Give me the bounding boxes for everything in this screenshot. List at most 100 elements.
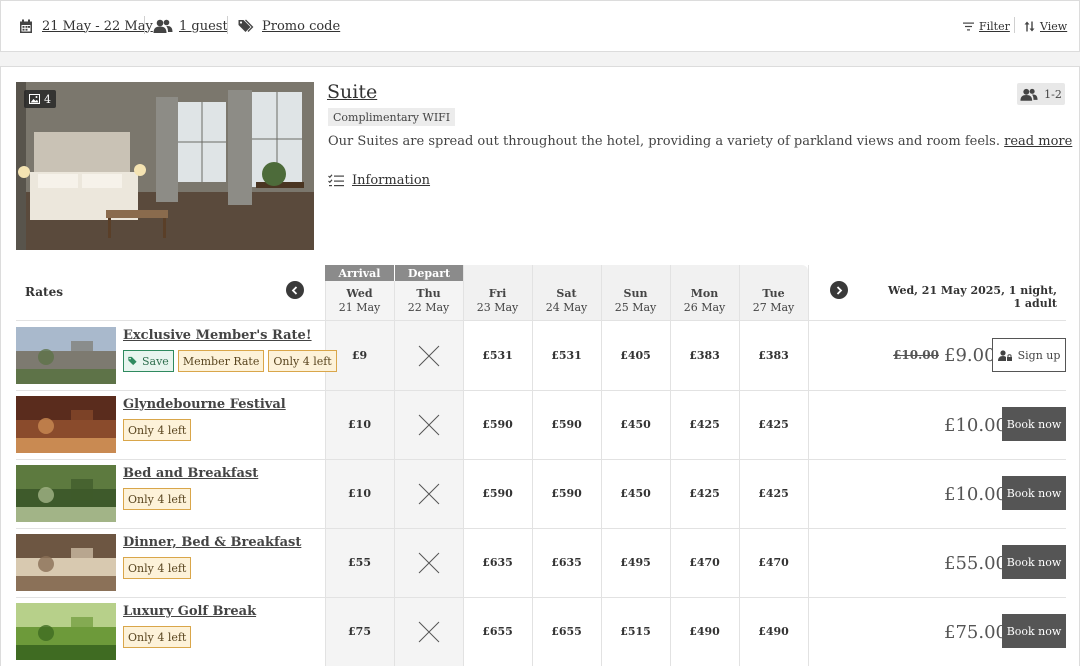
day-name: Thu xyxy=(416,287,441,300)
rate-row: Glyndebourne Festival Only 4 left £10 £590 £… xyxy=(1,390,1080,460)
checklist-icon xyxy=(328,174,344,187)
room-title[interactable]: Suite xyxy=(327,81,377,103)
rate-name-link[interactable]: Dinner, Bed & Breakfast xyxy=(123,535,301,550)
price-cell[interactable]: £655 xyxy=(463,597,532,666)
chevron-left-icon xyxy=(291,285,298,295)
dates-selector[interactable]: 21 May - 22 May xyxy=(19,16,153,36)
view-button[interactable]: View xyxy=(1024,16,1067,36)
tag-icon xyxy=(128,356,137,366)
rate-name-link[interactable]: Luxury Golf Break xyxy=(123,604,256,619)
day-date: 23 May xyxy=(476,301,519,314)
price-cell[interactable]: £531 xyxy=(532,321,601,390)
day-name: Fri xyxy=(488,287,507,300)
original-price: £10.00 xyxy=(893,348,939,362)
price-cell[interactable]: £10 xyxy=(325,459,394,528)
unavailable-cross-icon xyxy=(418,345,439,366)
guests-label[interactable]: 1 guest xyxy=(179,19,228,34)
price-cell[interactable]: £590 xyxy=(532,390,601,459)
book-now-button[interactable]: Book now xyxy=(1002,545,1066,579)
day-date: 21 May xyxy=(338,301,381,314)
rate-row: Dinner, Bed & Breakfast Only 4 left £55 £63… xyxy=(1,528,1080,598)
day-name: Wed xyxy=(346,287,373,300)
availability-tag: Only 4 left xyxy=(123,488,192,510)
price-cell[interactable]: £590 xyxy=(463,459,532,528)
divider xyxy=(227,16,228,34)
day-date: 22 May xyxy=(407,301,450,314)
photo-count-badge[interactable]: 4 xyxy=(24,90,56,108)
rate-name-link[interactable]: Bed and Breakfast xyxy=(123,466,258,481)
guests-selector[interactable]: 1 guest xyxy=(153,16,228,36)
rate-tags: Save Member Rate Only 4 left xyxy=(123,350,337,372)
price-cell[interactable]: £75 xyxy=(325,597,394,666)
filter-icon xyxy=(963,22,974,30)
promo-label[interactable]: Promo code xyxy=(262,19,340,34)
price-cell[interactable]: £531 xyxy=(463,321,532,390)
availability-tag: Only 4 left xyxy=(123,557,192,579)
price-cell[interactable]: £383 xyxy=(670,321,739,390)
price-cell[interactable]: £490 xyxy=(739,597,808,666)
price-cell[interactable]: £450 xyxy=(601,459,670,528)
view-label[interactable]: View xyxy=(1040,20,1067,33)
rates-heading: Rates xyxy=(25,285,63,299)
day-name: Mon xyxy=(690,287,719,300)
price-cell[interactable]: £590 xyxy=(532,459,601,528)
sign-up-label[interactable]: Sign up xyxy=(1018,349,1061,362)
price-cell[interactable]: £450 xyxy=(601,390,670,459)
next-dates-button[interactable] xyxy=(830,281,848,299)
price-cell[interactable]: £405 xyxy=(601,321,670,390)
day-date: 25 May xyxy=(614,301,657,314)
day-header-3: Sat 24 May xyxy=(532,281,601,321)
rate-row: Bed and Breakfast Only 4 left £10 £590 £590 £… xyxy=(1,459,1080,529)
price-cell[interactable]: £470 xyxy=(670,528,739,597)
filter-label[interactable]: Filter xyxy=(979,20,1010,33)
rate-thumbnail[interactable] xyxy=(16,327,116,384)
room-description-text: Our Suites are spread out throughout the… xyxy=(328,134,1000,149)
unavailable-cell xyxy=(394,321,463,390)
rate-name-link[interactable]: Glyndebourne Festival xyxy=(123,397,286,412)
unavailable-cell xyxy=(394,597,463,666)
price-cell[interactable]: £425 xyxy=(670,459,739,528)
price-cell[interactable]: £590 xyxy=(463,390,532,459)
room-photo[interactable]: 4 xyxy=(16,82,314,250)
filter-button[interactable]: Filter xyxy=(963,16,1010,36)
information-link[interactable]: Information xyxy=(328,173,430,188)
price-cell[interactable]: £470 xyxy=(739,528,808,597)
photo-count: 4 xyxy=(44,92,51,106)
room-description: Our Suites are spread out throughout the… xyxy=(328,134,1072,149)
price-cell[interactable]: £425 xyxy=(739,390,808,459)
price-cell[interactable]: £383 xyxy=(739,321,808,390)
price-cell[interactable]: £9 xyxy=(325,321,394,390)
book-now-button[interactable]: Book now xyxy=(1002,476,1066,510)
divider xyxy=(144,16,145,34)
unavailable-cross-icon xyxy=(418,414,439,435)
information-label[interactable]: Information xyxy=(352,173,430,188)
prev-dates-button[interactable] xyxy=(286,281,304,299)
price-cell[interactable]: £635 xyxy=(463,528,532,597)
price-cell[interactable]: £10 xyxy=(325,390,394,459)
promo-code-link[interactable]: Promo code xyxy=(238,16,340,36)
price-cell[interactable]: £55 xyxy=(325,528,394,597)
book-now-button[interactable]: Book now xyxy=(1002,407,1066,441)
rate-thumbnail[interactable] xyxy=(16,534,116,591)
rate-thumbnail[interactable] xyxy=(16,396,116,453)
rate-name-link[interactable]: Exclusive Member's Rate! xyxy=(123,328,312,343)
save-tag-label: Save xyxy=(142,354,169,368)
price-cell[interactable]: £425 xyxy=(739,459,808,528)
price-cell[interactable]: £425 xyxy=(670,390,739,459)
price-cell[interactable]: £635 xyxy=(532,528,601,597)
price-cell[interactable]: £515 xyxy=(601,597,670,666)
total-price: £9.00 xyxy=(944,345,996,366)
rate-thumbnail[interactable] xyxy=(16,603,116,660)
day-name: Sat xyxy=(556,287,577,300)
read-more-link[interactable]: read more xyxy=(1004,134,1072,149)
sign-up-button[interactable]: Sign up xyxy=(992,338,1066,372)
dates-label[interactable]: 21 May - 22 May xyxy=(42,19,153,34)
price-cell[interactable]: £495 xyxy=(601,528,670,597)
unavailable-cell xyxy=(394,390,463,459)
occupancy-badge: 1-2 xyxy=(1017,83,1065,105)
rate-thumbnail[interactable] xyxy=(16,465,116,522)
price-cell[interactable]: £655 xyxy=(532,597,601,666)
price-cell[interactable]: £490 xyxy=(670,597,739,666)
book-now-button[interactable]: Book now xyxy=(1002,614,1066,648)
divider xyxy=(1014,17,1015,33)
